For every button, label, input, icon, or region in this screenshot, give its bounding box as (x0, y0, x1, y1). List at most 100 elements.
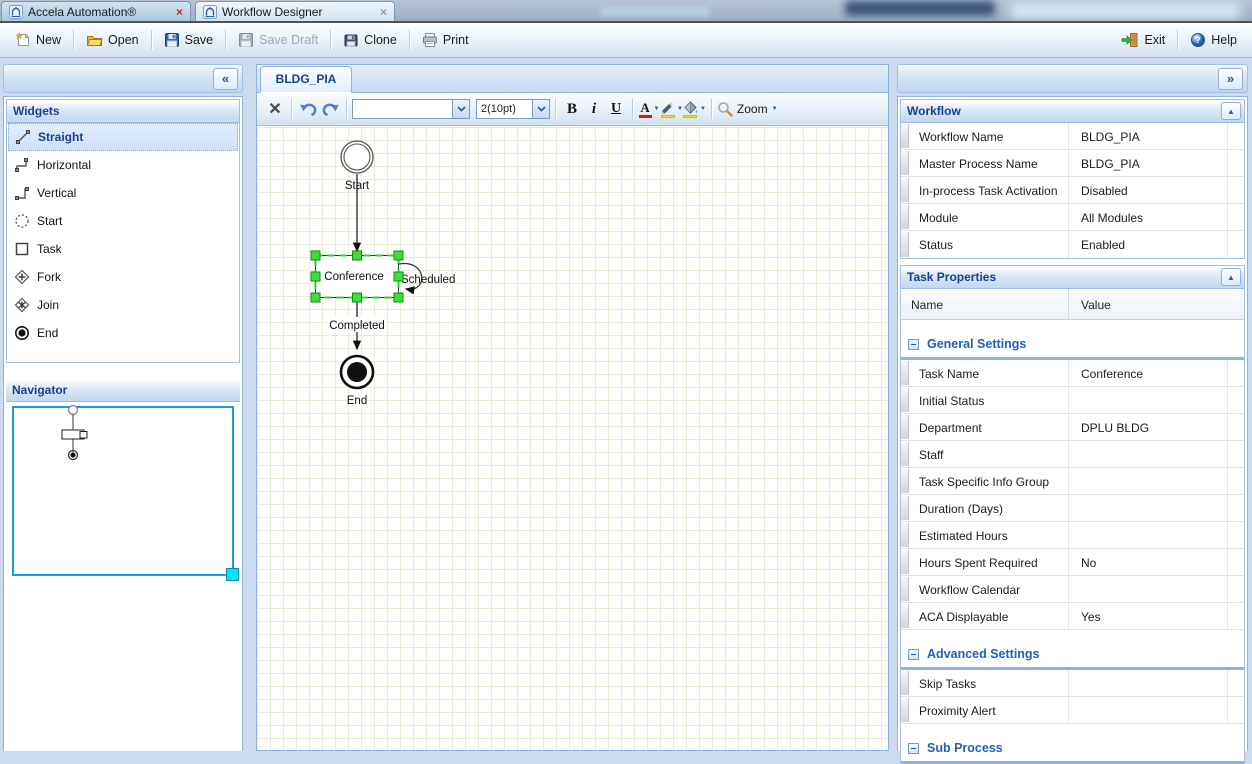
chevron-down-icon[interactable] (452, 100, 469, 118)
row-handle (901, 151, 909, 175)
save-button[interactable]: Save (157, 29, 221, 51)
property-row[interactable]: Proximity Alert (901, 697, 1244, 724)
end-node-label: End (347, 395, 367, 407)
zoom-label: Zoom (737, 102, 768, 116)
property-name: Workflow Name (909, 123, 1069, 149)
close-icon[interactable]: × (380, 6, 387, 18)
close-icon[interactable]: × (176, 6, 183, 18)
widget-label: Straight (38, 130, 83, 144)
collapse-right-panel-button[interactable]: » (1218, 68, 1243, 90)
end-node-icon (14, 325, 30, 341)
property-name: Duration (Days) (909, 495, 1069, 521)
widget-item-start[interactable]: Start (8, 207, 238, 235)
workflow-canvas[interactable]: Start Scheduled Conference Completed (257, 127, 888, 750)
clone-button[interactable]: Clone (336, 29, 404, 51)
widget-item-straight[interactable]: Straight (8, 123, 238, 151)
collapse-section-button[interactable]: ▲ (1221, 268, 1241, 286)
collapse-section-button[interactable]: ▲ (1221, 102, 1241, 120)
property-row[interactable]: Task Name Conference (901, 360, 1244, 387)
widget-item-horizontal[interactable]: Horizontal (8, 151, 238, 179)
row-filler (1228, 697, 1244, 723)
row-handle (901, 124, 909, 148)
task-properties-header: Task Properties ▲ (901, 266, 1244, 289)
property-row[interactable]: Status Enabled (901, 231, 1244, 258)
loop-label: Scheduled (401, 274, 455, 286)
group-title: General Settings (927, 337, 1026, 351)
widget-label: End (37, 326, 58, 340)
print-button[interactable]: Print (415, 29, 476, 51)
row-filler (1228, 603, 1244, 629)
font-family-select[interactable] (352, 99, 470, 119)
exit-button[interactable]: Exit (1114, 29, 1172, 51)
fill-color-button[interactable]: ▼ (683, 97, 706, 121)
app-toolbar: New Open Save Save Draft (0, 23, 1252, 58)
property-name: Estimated Hours (909, 522, 1069, 548)
undo-button[interactable] (297, 97, 319, 121)
property-row[interactable]: Staff (901, 441, 1244, 468)
property-value (1069, 697, 1228, 723)
property-row[interactable]: Module All Modules (901, 204, 1244, 231)
widget-label: Fork (37, 270, 61, 284)
workflow-tab-bldg-pia[interactable]: BLDG_PIA (260, 66, 352, 93)
save-draft-label: Save Draft (259, 33, 318, 47)
property-row[interactable]: Duration (Days) (901, 495, 1244, 522)
row-handle (901, 604, 909, 628)
collapse-group-icon[interactable] (908, 339, 919, 350)
browser-tab-workflow-designer[interactable]: Workflow Designer × (195, 1, 395, 21)
row-filler (1228, 177, 1244, 203)
property-row[interactable]: Workflow Name BLDG_PIA (901, 123, 1244, 150)
collapse-group-icon[interactable] (908, 743, 919, 754)
dropdown-arrow-icon: ▼ (772, 106, 778, 112)
property-name: Hours Spent Required (909, 549, 1069, 575)
widget-item-task[interactable]: Task (8, 235, 238, 263)
widget-item-fork[interactable]: Fork (8, 263, 238, 291)
task-node-icon (14, 241, 30, 257)
property-row[interactable]: Skip Tasks (901, 670, 1244, 697)
font-color-icon: A (639, 101, 652, 118)
bold-button[interactable]: B (561, 97, 583, 121)
join-node-icon (14, 297, 30, 313)
italic-button[interactable]: i (583, 97, 605, 121)
left-collapse-strip: « (3, 64, 243, 93)
collapse-group-icon[interactable] (908, 649, 919, 660)
open-button[interactable]: Open (79, 29, 146, 51)
start-node[interactable] (341, 141, 373, 173)
widget-item-vertical[interactable]: Vertical (8, 179, 238, 207)
font-color-button[interactable]: A ▼ (638, 97, 660, 121)
exit-door-icon (1121, 32, 1139, 48)
chevron-down-icon[interactable] (532, 100, 549, 118)
property-row[interactable]: Estimated Hours (901, 522, 1244, 549)
new-button[interactable]: New (8, 29, 68, 51)
property-value: Disabled (1069, 177, 1228, 203)
group-header-general-settings: General Settings (901, 331, 1244, 360)
property-row[interactable]: Task Specific Info Group (901, 468, 1244, 495)
highlighter-pen-icon (660, 101, 675, 118)
help-button[interactable]: ? Help (1183, 29, 1244, 51)
navigator-viewport[interactable] (12, 406, 234, 576)
widget-item-end[interactable]: End (8, 319, 238, 347)
property-row[interactable]: ACA Displayable Yes (901, 603, 1244, 630)
browser-tab-label: Workflow Designer (222, 5, 322, 19)
zoom-button[interactable]: Zoom ▼ (717, 97, 778, 121)
redo-button[interactable] (319, 97, 341, 121)
underline-button[interactable]: U (605, 97, 627, 121)
row-handle (901, 388, 909, 412)
highlight-color-button[interactable]: ▼ (660, 97, 683, 121)
property-row[interactable]: In-process Task Activation Disabled (901, 177, 1244, 204)
row-handle (901, 671, 909, 695)
widget-label: Horizontal (37, 158, 91, 172)
property-row[interactable]: Hours Spent Required No (901, 549, 1244, 576)
navigator-resize-handle[interactable] (226, 568, 239, 581)
property-name: Module (909, 204, 1069, 230)
property-row[interactable]: Master Process Name BLDG_PIA (901, 150, 1244, 177)
font-size-select[interactable]: 2(10pt) (476, 99, 550, 119)
property-row[interactable]: Workflow Calendar (901, 576, 1244, 603)
separator (632, 99, 633, 119)
collapse-left-panel-button[interactable]: « (213, 68, 238, 90)
browser-tab-accela[interactable]: Accela Automation® × (1, 1, 191, 21)
property-row[interactable]: Department DPLU BLDG (901, 414, 1244, 441)
row-handle (901, 698, 909, 722)
delete-button[interactable]: ✕ (264, 97, 286, 121)
widget-item-join[interactable]: Join (8, 291, 238, 319)
property-row[interactable]: Initial Status (901, 387, 1244, 414)
